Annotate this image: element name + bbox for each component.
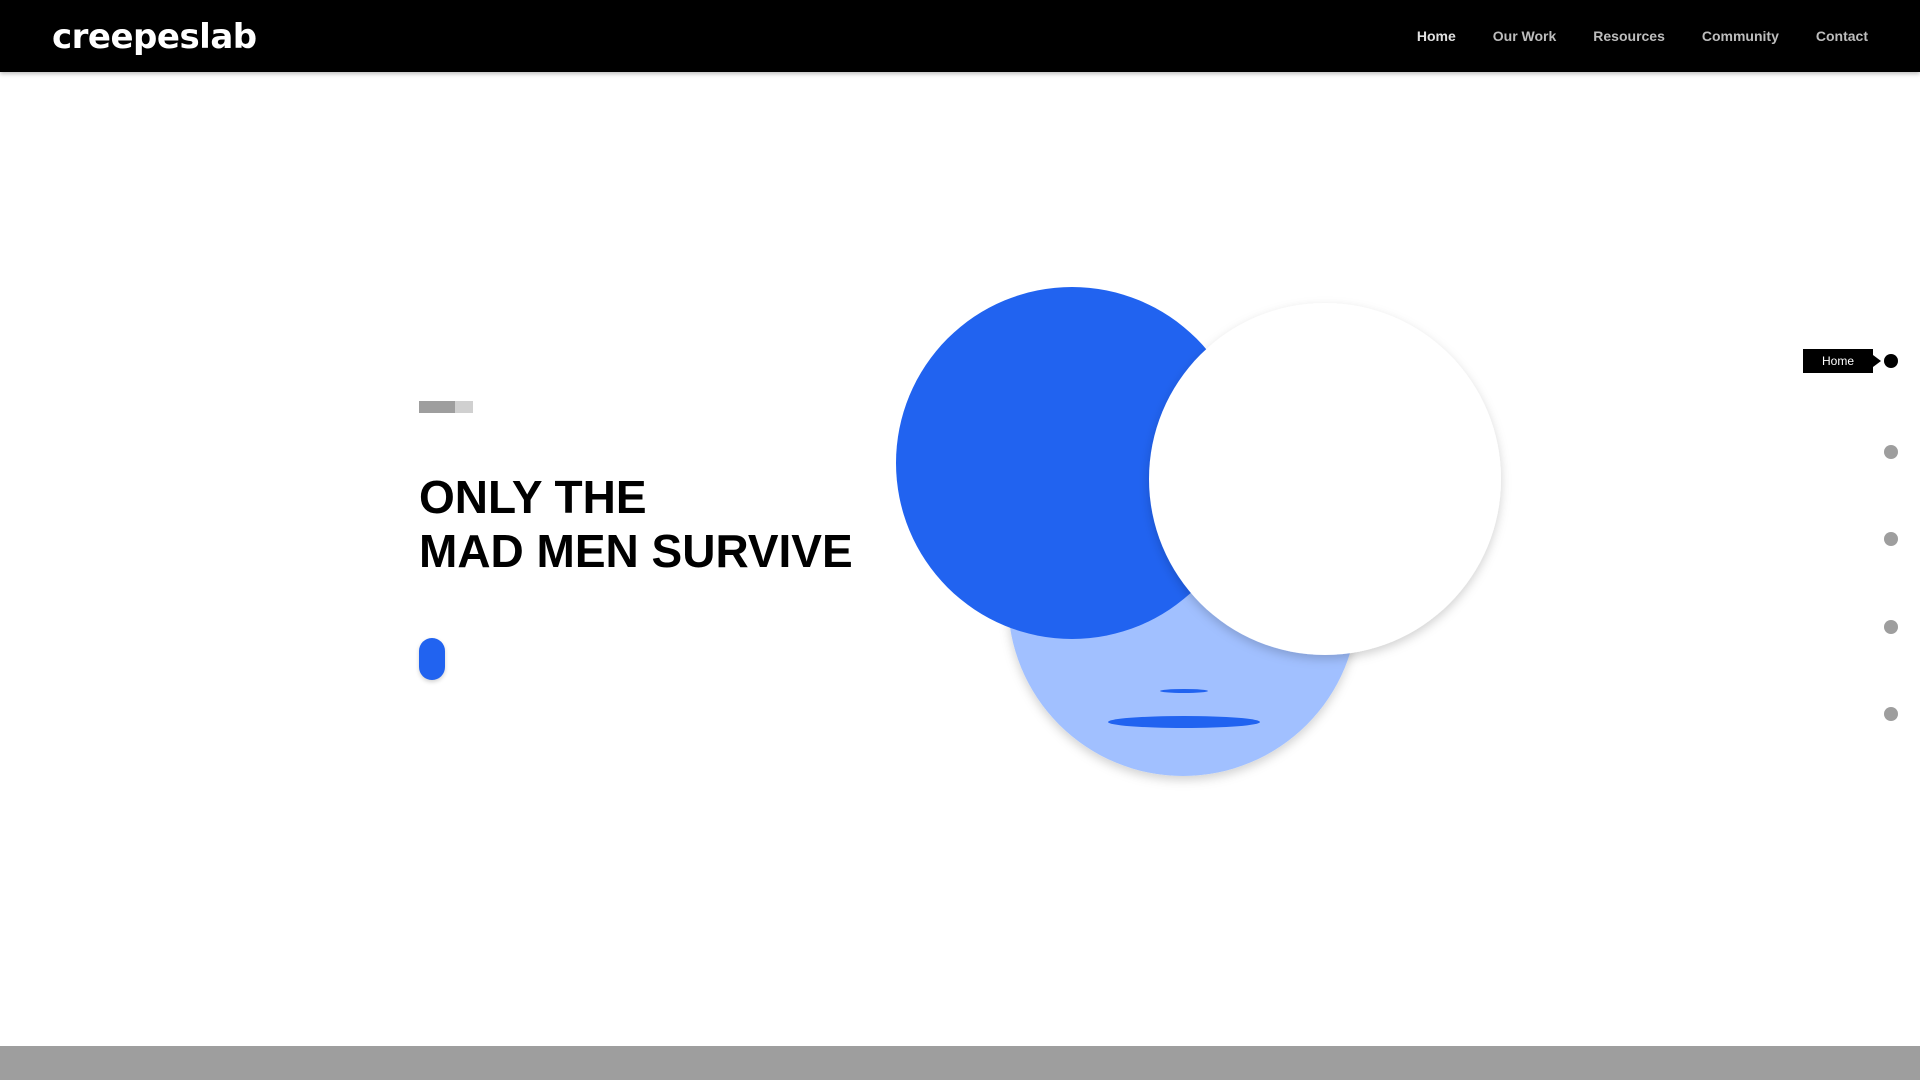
- nav-item-home[interactable]: Home: [1417, 28, 1456, 44]
- hero-accent-segment-light: [455, 401, 473, 413]
- hero-title: ONLY THE MAD MEN SURVIVE: [419, 470, 853, 578]
- white-circle: [1149, 303, 1501, 655]
- section-dot-5[interactable]: [1884, 707, 1898, 721]
- section-dot-2[interactable]: [1884, 445, 1898, 459]
- section-dot-3[interactable]: [1884, 532, 1898, 546]
- blue-dash-large: [1108, 716, 1260, 728]
- section-dot-1[interactable]: [1884, 354, 1898, 368]
- hero-accent-segment-dark: [419, 401, 455, 413]
- section-dot-4[interactable]: [1884, 620, 1898, 634]
- footer-band: [0, 1046, 1920, 1080]
- hero-cta-button[interactable]: [419, 638, 445, 680]
- brand-logo[interactable]: creepeslab: [52, 17, 257, 57]
- nav-item-community[interactable]: Community: [1702, 28, 1779, 44]
- site-header: creepeslab Home Our Work Resources Commu…: [0, 0, 1920, 72]
- section-dots-nav: Home: [1778, 346, 1898, 726]
- nav-item-our-work[interactable]: Our Work: [1493, 28, 1557, 44]
- hero-accent-bar: [419, 401, 473, 413]
- hero-illustration-svg: [896, 287, 1501, 776]
- nav-item-resources[interactable]: Resources: [1593, 28, 1665, 44]
- main-nav: Home Our Work Resources Community Contac…: [1417, 0, 1868, 72]
- blue-dash-small: [1160, 689, 1208, 693]
- dot-tooltip: Home: [1803, 349, 1881, 373]
- nav-item-contact[interactable]: Contact: [1816, 28, 1868, 44]
- hero-title-line-1: ONLY THE: [419, 471, 647, 523]
- hero-title-line-2: MAD MEN SURVIVE: [419, 525, 853, 577]
- hero-illustration: [880, 270, 1520, 810]
